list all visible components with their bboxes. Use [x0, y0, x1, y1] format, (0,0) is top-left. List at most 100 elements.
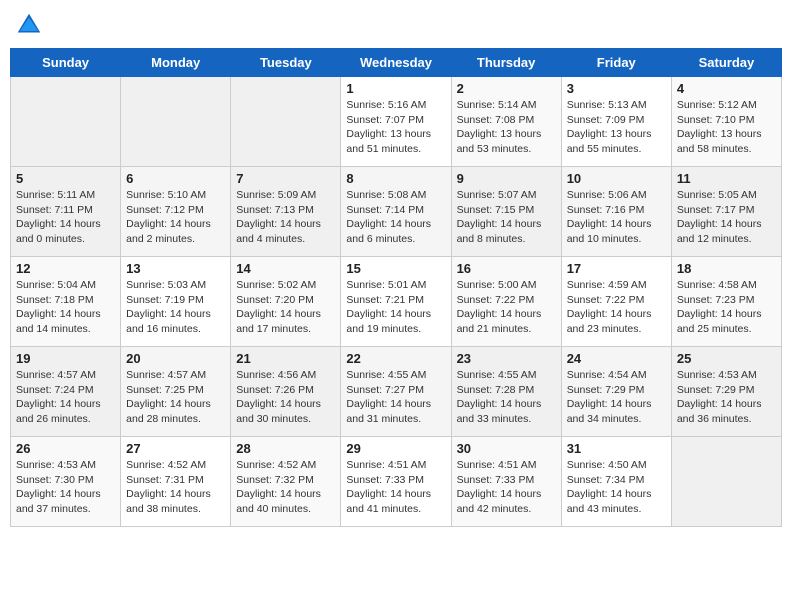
day-number: 30 [457, 441, 556, 456]
day-info: Sunrise: 5:16 AMSunset: 7:07 PMDaylight:… [346, 98, 445, 157]
calendar-week-row: 5 Sunrise: 5:11 AMSunset: 7:11 PMDaylight… [11, 167, 782, 257]
day-number: 28 [236, 441, 335, 456]
calendar-cell: 26 Sunrise: 4:53 AMSunset: 7:30 PMDayligh… [11, 437, 121, 527]
day-info: Sunrise: 4:58 AMSunset: 7:23 PMDaylight:… [677, 278, 776, 337]
calendar-cell: 4 Sunrise: 5:12 AMSunset: 7:10 PMDaylight… [671, 77, 781, 167]
calendar-cell: 2 Sunrise: 5:14 AMSunset: 7:08 PMDaylight… [451, 77, 561, 167]
calendar-cell: 15 Sunrise: 5:01 AMSunset: 7:21 PMDayligh… [341, 257, 451, 347]
day-number: 15 [346, 261, 445, 276]
day-number: 9 [457, 171, 556, 186]
calendar-week-row: 19 Sunrise: 4:57 AMSunset: 7:24 PMDayligh… [11, 347, 782, 437]
day-info: Sunrise: 5:08 AMSunset: 7:14 PMDaylight:… [346, 188, 445, 247]
calendar-header-row: SundayMondayTuesdayWednesdayThursdayFrid… [11, 49, 782, 77]
calendar-cell: 7 Sunrise: 5:09 AMSunset: 7:13 PMDaylight… [231, 167, 341, 257]
calendar-cell: 8 Sunrise: 5:08 AMSunset: 7:14 PMDaylight… [341, 167, 451, 257]
day-number: 14 [236, 261, 335, 276]
calendar-cell [231, 77, 341, 167]
day-info: Sunrise: 4:52 AMSunset: 7:32 PMDaylight:… [236, 458, 335, 517]
logo [14, 10, 48, 40]
day-number: 2 [457, 81, 556, 96]
day-info: Sunrise: 4:55 AMSunset: 7:28 PMDaylight:… [457, 368, 556, 427]
day-info: Sunrise: 5:09 AMSunset: 7:13 PMDaylight:… [236, 188, 335, 247]
day-info: Sunrise: 5:01 AMSunset: 7:21 PMDaylight:… [346, 278, 445, 337]
day-number: 8 [346, 171, 445, 186]
calendar-cell [121, 77, 231, 167]
weekday-header: Sunday [11, 49, 121, 77]
calendar-cell: 13 Sunrise: 5:03 AMSunset: 7:19 PMDayligh… [121, 257, 231, 347]
day-number: 11 [677, 171, 776, 186]
day-number: 4 [677, 81, 776, 96]
day-number: 29 [346, 441, 445, 456]
day-number: 3 [567, 81, 666, 96]
calendar-cell: 14 Sunrise: 5:02 AMSunset: 7:20 PMDayligh… [231, 257, 341, 347]
day-info: Sunrise: 4:54 AMSunset: 7:29 PMDaylight:… [567, 368, 666, 427]
calendar-cell: 5 Sunrise: 5:11 AMSunset: 7:11 PMDaylight… [11, 167, 121, 257]
day-info: Sunrise: 4:53 AMSunset: 7:30 PMDaylight:… [16, 458, 115, 517]
day-number: 1 [346, 81, 445, 96]
calendar-cell: 3Sunrise: 5:13 AMSunset: 7:09 PMDaylight… [561, 77, 671, 167]
weekday-header: Tuesday [231, 49, 341, 77]
day-info: Sunrise: 5:06 AMSunset: 7:16 PMDaylight:… [567, 188, 666, 247]
day-info: Sunrise: 4:51 AMSunset: 7:33 PMDaylight:… [346, 458, 445, 517]
logo-icon [14, 10, 44, 40]
calendar-week-row: 26 Sunrise: 4:53 AMSunset: 7:30 PMDayligh… [11, 437, 782, 527]
day-info: Sunrise: 5:12 AMSunset: 7:10 PMDaylight:… [677, 98, 776, 157]
calendar-cell: 28 Sunrise: 4:52 AMSunset: 7:32 PMDayligh… [231, 437, 341, 527]
calendar-cell [671, 437, 781, 527]
weekday-header: Friday [561, 49, 671, 77]
day-number: 10 [567, 171, 666, 186]
day-info: Sunrise: 5:10 AMSunset: 7:12 PMDaylight:… [126, 188, 225, 247]
day-info: Sunrise: 4:57 AMSunset: 7:24 PMDaylight:… [16, 368, 115, 427]
day-info: Sunrise: 5:04 AMSunset: 7:18 PMDaylight:… [16, 278, 115, 337]
calendar-cell: 22 Sunrise: 4:55 AMSunset: 7:27 PMDayligh… [341, 347, 451, 437]
day-number: 26 [16, 441, 115, 456]
day-info: Sunrise: 4:53 AMSunset: 7:29 PMDaylight:… [677, 368, 776, 427]
weekday-header: Saturday [671, 49, 781, 77]
day-info: Sunrise: 4:57 AMSunset: 7:25 PMDaylight:… [126, 368, 225, 427]
page-header [10, 10, 782, 40]
calendar-cell: 6 Sunrise: 5:10 AMSunset: 7:12 PMDaylight… [121, 167, 231, 257]
day-info: Sunrise: 5:02 AMSunset: 7:20 PMDaylight:… [236, 278, 335, 337]
day-info: Sunrise: 5:14 AMSunset: 7:08 PMDaylight:… [457, 98, 556, 157]
day-number: 17 [567, 261, 666, 276]
calendar-week-row: 1 Sunrise: 5:16 AMSunset: 7:07 PMDaylight… [11, 77, 782, 167]
day-number: 24 [567, 351, 666, 366]
calendar-cell: 12 Sunrise: 5:04 AMSunset: 7:18 PMDayligh… [11, 257, 121, 347]
calendar-cell: 11Sunrise: 5:05 AMSunset: 7:17 PMDayligh… [671, 167, 781, 257]
day-info: Sunrise: 4:56 AMSunset: 7:26 PMDaylight:… [236, 368, 335, 427]
day-number: 5 [16, 171, 115, 186]
day-number: 13 [126, 261, 225, 276]
weekday-header: Thursday [451, 49, 561, 77]
calendar-cell: 29 Sunrise: 4:51 AMSunset: 7:33 PMDayligh… [341, 437, 451, 527]
calendar-cell: 20 Sunrise: 4:57 AMSunset: 7:25 PMDayligh… [121, 347, 231, 437]
day-info: Sunrise: 4:52 AMSunset: 7:31 PMDaylight:… [126, 458, 225, 517]
calendar-cell: 21 Sunrise: 4:56 AMSunset: 7:26 PMDayligh… [231, 347, 341, 437]
day-info: Sunrise: 4:51 AMSunset: 7:33 PMDaylight:… [457, 458, 556, 517]
day-number: 31 [567, 441, 666, 456]
calendar-week-row: 12 Sunrise: 5:04 AMSunset: 7:18 PMDayligh… [11, 257, 782, 347]
day-number: 16 [457, 261, 556, 276]
day-info: Sunrise: 4:55 AMSunset: 7:27 PMDaylight:… [346, 368, 445, 427]
day-number: 7 [236, 171, 335, 186]
weekday-header: Wednesday [341, 49, 451, 77]
day-info: Sunrise: 5:11 AMSunset: 7:11 PMDaylight:… [16, 188, 115, 247]
day-number: 6 [126, 171, 225, 186]
day-number: 12 [16, 261, 115, 276]
calendar-cell [11, 77, 121, 167]
day-info: Sunrise: 5:03 AMSunset: 7:19 PMDaylight:… [126, 278, 225, 337]
calendar-cell: 25 Sunrise: 4:53 AMSunset: 7:29 PMDayligh… [671, 347, 781, 437]
day-number: 19 [16, 351, 115, 366]
day-number: 25 [677, 351, 776, 366]
day-number: 22 [346, 351, 445, 366]
calendar-cell: 23 Sunrise: 4:55 AMSunset: 7:28 PMDayligh… [451, 347, 561, 437]
calendar-cell: 10 Sunrise: 5:06 AMSunset: 7:16 PMDayligh… [561, 167, 671, 257]
day-number: 23 [457, 351, 556, 366]
weekday-header: Monday [121, 49, 231, 77]
calendar-cell: 18Sunrise: 4:58 AMSunset: 7:23 PMDayligh… [671, 257, 781, 347]
calendar-cell: 27Sunrise: 4:52 AMSunset: 7:31 PMDayligh… [121, 437, 231, 527]
day-number: 20 [126, 351, 225, 366]
calendar-table: SundayMondayTuesdayWednesdayThursdayFrid… [10, 48, 782, 527]
day-number: 21 [236, 351, 335, 366]
calendar-cell: 24 Sunrise: 4:54 AMSunset: 7:29 PMDayligh… [561, 347, 671, 437]
day-info: Sunrise: 4:50 AMSunset: 7:34 PMDaylight:… [567, 458, 666, 517]
